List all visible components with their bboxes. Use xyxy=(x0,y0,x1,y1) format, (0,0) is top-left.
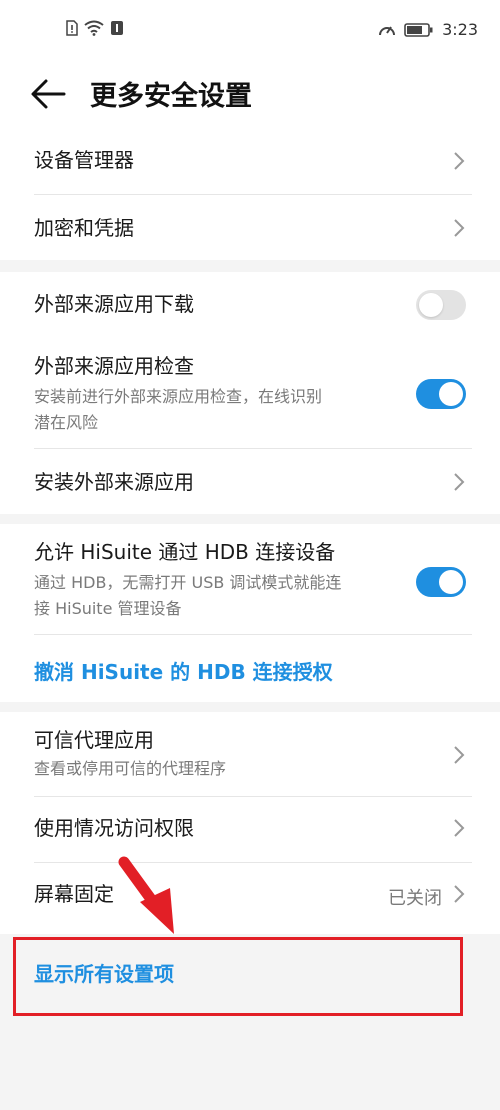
toggle-knob xyxy=(439,382,463,406)
section-other: 可信代理应用 查看或停用可信的代理程序 使用情况访问权限 屏幕固定 已关闭 xyxy=(0,712,500,934)
trusted-agents-item[interactable]: 可信代理应用 查看或停用可信的代理程序 xyxy=(34,728,472,788)
toggle-knob xyxy=(419,293,443,317)
chevron-right-icon xyxy=(454,746,465,764)
external-check-toggle[interactable] xyxy=(416,379,466,409)
app-header: 更多安全设置 xyxy=(0,62,500,128)
install-external-label: 安装外部来源应用 xyxy=(34,470,194,494)
encryption-credentials-item[interactable]: 加密和凭据 xyxy=(34,216,472,246)
highlight-box xyxy=(13,937,463,1016)
chevron-right-icon xyxy=(454,152,465,170)
page-title: 更多安全设置 xyxy=(90,81,252,112)
chevron-right-icon xyxy=(454,819,465,837)
section-external-sources: 外部来源应用下载 外部来源应用检查 安装前进行外部来源应用检查，在线识别 潜在风… xyxy=(0,272,500,514)
hisuite-hdb-item[interactable]: 允许 HiSuite 通过 HDB 连接设备 通过 HDB，无需打开 USB 调… xyxy=(34,540,472,636)
section-device: 设备管理器 加密和凭据 xyxy=(0,128,500,260)
sim-alert-icon xyxy=(66,20,78,36)
external-check-description-line1: 安装前进行外部来源应用检查，在线识别 xyxy=(34,387,323,406)
hisuite-hdb-description-line2: 接 HiSuite 管理设备 xyxy=(34,599,182,618)
chevron-right-icon xyxy=(454,885,465,903)
back-arrow-icon[interactable] xyxy=(30,78,66,110)
divider xyxy=(34,448,472,449)
install-external-item[interactable]: 安装外部来源应用 xyxy=(34,470,472,500)
external-download-label: 外部来源应用下载 xyxy=(34,292,194,316)
battery-icon xyxy=(404,22,433,37)
external-download-item[interactable]: 外部来源应用下载 xyxy=(34,292,472,322)
hisuite-hdb-description-line1: 通过 HDB，无需打开 USB 调试模式就能连 xyxy=(34,573,342,592)
toggle-knob xyxy=(439,570,463,594)
trusted-agents-description: 查看或停用可信的代理程序 xyxy=(34,759,227,778)
status-icons-right: 3:23 xyxy=(378,20,478,39)
external-check-description-line2: 潜在风险 xyxy=(34,413,99,432)
revoke-hdb-link[interactable]: 撤消 HiSuite 的 HDB 连接授权 xyxy=(34,656,472,686)
encryption-credentials-label: 加密和凭据 xyxy=(34,216,134,240)
chevron-right-icon xyxy=(454,473,465,491)
status-time: 3:23 xyxy=(442,20,478,39)
external-download-toggle[interactable] xyxy=(416,290,466,320)
chevron-right-icon xyxy=(454,219,465,237)
divider xyxy=(34,796,472,797)
divider xyxy=(34,862,472,863)
status-icons-left xyxy=(66,20,124,36)
divider xyxy=(34,194,472,195)
hisuite-hdb-label: 允许 HiSuite 通过 HDB 连接设备 xyxy=(34,540,336,564)
red-arrow-icon xyxy=(118,856,174,934)
device-manager-label: 设备管理器 xyxy=(34,148,134,172)
notification-icon xyxy=(111,21,123,35)
usage-access-label: 使用情况访问权限 xyxy=(34,816,194,840)
device-manager-item[interactable]: 设备管理器 xyxy=(34,148,472,178)
section-hisuite: 允许 HiSuite 通过 HDB 连接设备 通过 HDB，无需打开 USB 调… xyxy=(0,524,500,702)
revoke-hdb-label[interactable]: 撤消 HiSuite 的 HDB 连接授权 xyxy=(34,656,472,685)
wifi-icon xyxy=(84,20,104,36)
trusted-agents-label: 可信代理应用 xyxy=(34,728,154,752)
screen-pin-value: 已关闭 xyxy=(388,888,442,909)
divider xyxy=(34,634,472,635)
usage-access-item[interactable]: 使用情况访问权限 xyxy=(34,816,472,846)
hisuite-hdb-toggle[interactable] xyxy=(416,567,466,597)
external-check-item[interactable]: 外部来源应用检查 安装前进行外部来源应用检查，在线识别 潜在风险 xyxy=(34,354,472,444)
speed-icon xyxy=(379,25,396,35)
external-check-label: 外部来源应用检查 xyxy=(34,354,194,378)
status-bar: 3:23 xyxy=(0,0,500,62)
